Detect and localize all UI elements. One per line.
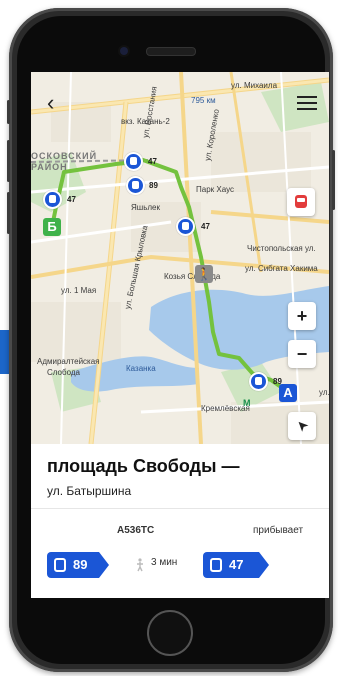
bus-stop-route-number: 47 [67,195,76,204]
power-button [332,150,335,210]
map-view[interactable]: ул. Михаила 795 км вкз. Казань-2 ОСКОВСК… [31,72,329,444]
bus-chip-second[interactable]: 47 [203,552,269,578]
route-info-panel[interactable]: площадь Свободы — ул. Батыршина А536ТС п… [31,444,329,598]
map-label-chistopolskaya: Чистопольская ул. [247,244,316,253]
map-label-district-2: РАЙОН [31,162,68,172]
arrival-status: прибывает [253,525,304,536]
menu-icon[interactable] [297,96,317,110]
bus-icon [295,195,307,208]
app-screen: ул. Михаила 795 км вкз. Казань-2 ОСКОВСК… [31,72,329,598]
locate-me-button[interactable]: ➤ [288,412,316,440]
map-label-admiralteyskaya: Адмиралтейская [37,357,100,366]
bus-route-number: 47 [229,557,244,572]
map-label-street: ул. Михаила [231,81,278,90]
walk-duration: 3 мин [151,557,178,568]
map-label-distance: 795 км [191,96,216,105]
home-button[interactable] [147,610,193,656]
bus-stop-icon[interactable] [124,152,143,171]
metro-icon: М [243,398,251,408]
bus-icon [210,558,222,572]
navigation-arrow-icon: ➤ [292,416,312,436]
zoom-in-button[interactable]: + [288,302,316,330]
bus-stop-icon[interactable] [43,190,62,209]
route-subtitle: ул. Батыршина [47,484,132,498]
bus-stop-icon[interactable] [249,372,268,391]
back-button[interactable]: ‹ [47,90,54,116]
volume-up-button [7,140,10,182]
vehicle-plate: А536ТС [117,525,155,536]
route-end-marker[interactable]: А [279,384,297,402]
walking-person-icon [137,558,143,572]
transport-filter-button[interactable] [287,188,315,216]
map-label-sloboda: Слобода [47,368,80,377]
bus-stop-route-number: 47 [148,157,157,166]
bus-stop-icon[interactable] [126,176,145,195]
map-label-kazanka: Казанка [126,364,156,373]
bus-stop-icon[interactable] [176,217,195,236]
route-title: площадь Свободы — [47,456,240,476]
earpiece-speaker [146,47,196,56]
mute-switch [7,100,10,124]
bus-stop-route-number: 47 [201,222,210,231]
bus-icon [54,558,66,572]
front-camera [120,47,128,55]
route-start-marker[interactable]: Б [43,218,61,236]
map-label-park-house: Парк Хаус [196,185,234,194]
bus-stop-route-number: 89 [149,181,158,190]
walk-transfer-icon: 🚶 [195,265,213,283]
bus-chip-first[interactable]: 89 [47,552,109,578]
zoom-out-button[interactable]: − [288,340,316,368]
map-label-sibgata: ул. Сибгата Хакима [245,264,318,273]
panel-divider [31,508,329,509]
map-label-1may: ул. 1 Мая [61,286,97,295]
volume-down-button [7,192,10,234]
map-label-district: ОСКОВСКИЙ [31,151,98,161]
bus-route-number: 89 [73,557,88,572]
map-label-yashlek: Яшьлек [131,203,160,212]
map-label-street-edge: ул. [319,388,329,397]
